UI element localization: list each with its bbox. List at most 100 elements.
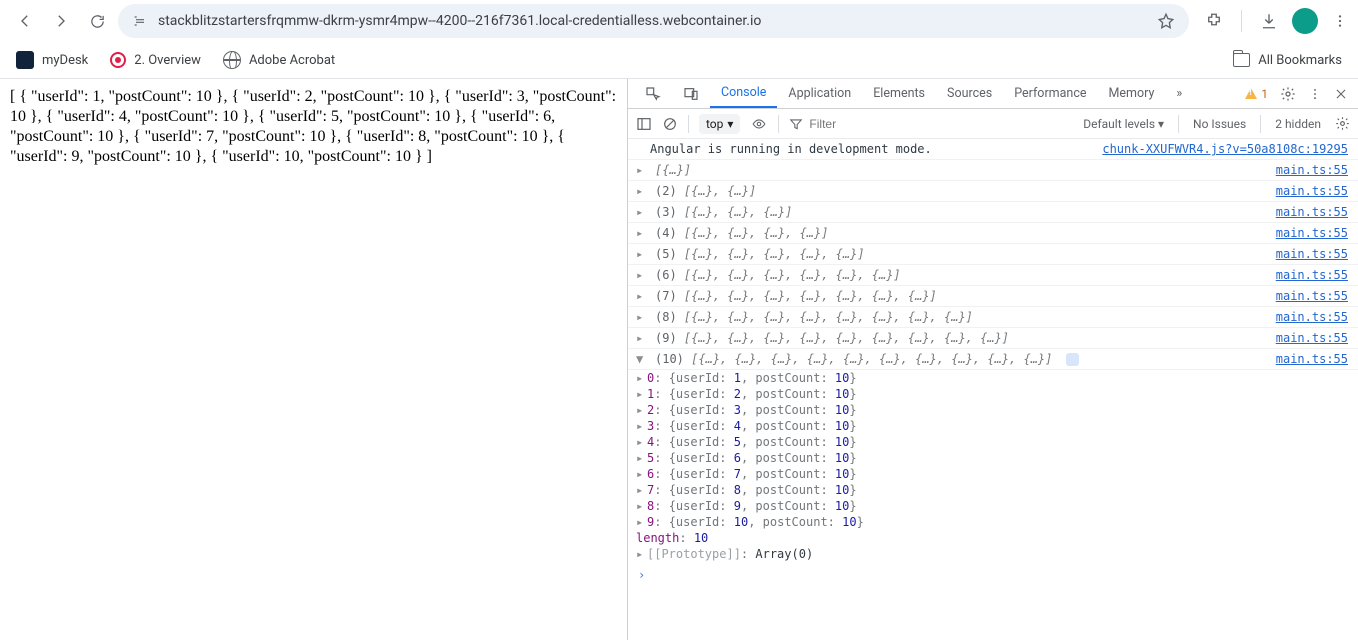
profile-avatar[interactable] xyxy=(1292,8,1318,34)
reload-button[interactable] xyxy=(82,6,112,36)
console-line[interactable]: ▸(3) [{…}, {…}, {…}]main.ts:55 xyxy=(628,202,1358,223)
expand-arrow-icon[interactable]: ▸ xyxy=(636,163,647,177)
console-array-item[interactable]: ▸7: {userId: 8, postCount: 10} xyxy=(628,482,1358,498)
console-line[interactable]: ▸[{…}]main.ts:55 xyxy=(628,160,1358,181)
source-link[interactable]: main.ts:55 xyxy=(1276,247,1348,261)
info-badge-icon[interactable] xyxy=(1066,353,1079,366)
console-array-item[interactable]: ▸8: {userId: 9, postCount: 10} xyxy=(628,498,1358,514)
expand-arrow-icon[interactable]: ▸ xyxy=(636,435,647,449)
source-link[interactable]: main.ts:55 xyxy=(1276,268,1348,282)
expand-arrow-icon[interactable]: ▸ xyxy=(636,268,647,282)
bookmarks-bar: myDesk 2. Overview Adobe Acrobat All Boo… xyxy=(0,42,1358,79)
expand-arrow-icon[interactable]: ▸ xyxy=(636,226,647,240)
collapse-arrow-icon[interactable]: ▼ xyxy=(636,352,647,366)
expand-arrow-icon[interactable]: ▸ xyxy=(636,499,647,513)
console-line[interactable]: ▸(6) [{…}, {…}, {…}, {…}, {…}, {…}]main.… xyxy=(628,265,1358,286)
device-toggle-icon[interactable] xyxy=(672,79,710,108)
console-line[interactable]: ▸(4) [{…}, {…}, {…}, {…}]main.ts:55 xyxy=(628,223,1358,244)
expand-arrow-icon[interactable]: ▸ xyxy=(636,371,647,385)
expand-arrow-icon[interactable]: ▸ xyxy=(636,289,647,303)
sidebar-toggle-icon[interactable] xyxy=(636,116,652,132)
console-prompt[interactable]: › xyxy=(628,562,1358,588)
console-line[interactable]: ▸(5) [{…}, {…}, {…}, {…}, {…}]main.ts:55 xyxy=(628,244,1358,265)
bookmark-item[interactable]: 2. Overview xyxy=(110,52,201,68)
console-array-item[interactable]: ▸5: {userId: 6, postCount: 10} xyxy=(628,450,1358,466)
console-array-item[interactable]: ▸6: {userId: 7, postCount: 10} xyxy=(628,466,1358,482)
bookmark-item[interactable]: myDesk xyxy=(16,51,88,69)
context-selector[interactable]: top ▾ xyxy=(699,114,740,134)
star-icon[interactable] xyxy=(1157,12,1175,30)
source-link[interactable]: chunk-XXUFWVR4.js?v=50a8108c:19295 xyxy=(1102,142,1348,156)
tab-sources[interactable]: Sources xyxy=(936,79,1003,108)
all-bookmarks-button[interactable]: All Bookmarks xyxy=(1233,53,1342,68)
console-array-item[interactable]: ▸2: {userId: 3, postCount: 10} xyxy=(628,402,1358,418)
menu-icon[interactable] xyxy=(1332,13,1348,29)
source-link[interactable]: main.ts:55 xyxy=(1276,331,1348,345)
warnings-badge[interactable]: 1 xyxy=(1245,87,1268,101)
console-line[interactable]: ▸(8) [{…}, {…}, {…}, {…}, {…}, {…}, {…},… xyxy=(628,307,1358,328)
inspect-icon[interactable] xyxy=(634,79,672,108)
hidden-count[interactable]: 2 hidden xyxy=(1275,117,1321,131)
clear-console-icon[interactable] xyxy=(662,116,678,132)
expand-arrow-icon[interactable]: ▸ xyxy=(636,467,647,481)
console-array-item[interactable]: ▸0: {userId: 1, postCount: 10} xyxy=(628,370,1358,386)
expand-arrow-icon[interactable]: ▸ xyxy=(636,387,647,401)
devtools-panel: Console Application Elements Sources Per… xyxy=(628,79,1358,640)
back-button[interactable] xyxy=(10,6,40,36)
source-link[interactable]: main.ts:55 xyxy=(1276,205,1348,219)
console-filter[interactable] xyxy=(789,117,1049,131)
expand-arrow-icon[interactable]: ▸ xyxy=(636,247,647,261)
source-link[interactable]: main.ts:55 xyxy=(1276,352,1348,366)
tab-memory[interactable]: Memory xyxy=(1098,79,1166,108)
filter-input[interactable] xyxy=(809,117,1049,131)
tab-more[interactable]: » xyxy=(1165,79,1193,108)
expand-arrow-icon[interactable]: ▸ xyxy=(636,451,647,465)
bookmark-item[interactable]: Adobe Acrobat xyxy=(223,51,335,69)
console-output[interactable]: Angular is running in development mode. … xyxy=(628,139,1358,640)
tab-console[interactable]: Console xyxy=(710,79,777,108)
expand-arrow-icon[interactable]: ▸ xyxy=(636,403,647,417)
source-link[interactable]: main.ts:55 xyxy=(1276,184,1348,198)
expand-arrow-icon[interactable]: ▸ xyxy=(636,515,647,529)
expand-arrow-icon[interactable]: ▸ xyxy=(636,331,647,345)
downloads-icon[interactable] xyxy=(1260,12,1278,30)
log-levels-selector[interactable]: Default levels ▾ xyxy=(1083,117,1164,131)
filter-icon xyxy=(789,117,803,131)
kebab-icon[interactable] xyxy=(1308,87,1322,101)
site-settings-icon xyxy=(132,13,148,29)
console-property[interactable]: ▸ [[Prototype]]: Array(0) xyxy=(628,546,1358,562)
expand-arrow-icon[interactable]: ▸ xyxy=(636,310,647,324)
extensions-icon[interactable] xyxy=(1205,12,1223,30)
console-line[interactable]: ▸(9) [{…}, {…}, {…}, {…}, {…}, {…}, {…},… xyxy=(628,328,1358,349)
console-line[interactable]: Angular is running in development mode. … xyxy=(628,139,1358,160)
settings-gear-icon[interactable] xyxy=(1335,116,1350,131)
source-link[interactable]: main.ts:55 xyxy=(1276,163,1348,177)
console-array-item[interactable]: ▸9: {userId: 10, postCount: 10} xyxy=(628,514,1358,530)
console-line[interactable]: ▸(2) [{…}, {…}]main.ts:55 xyxy=(628,181,1358,202)
console-array-item[interactable]: ▸4: {userId: 5, postCount: 10} xyxy=(628,434,1358,450)
console-array-item[interactable]: ▸1: {userId: 2, postCount: 10} xyxy=(628,386,1358,402)
live-expression-icon[interactable] xyxy=(750,117,768,131)
tab-elements[interactable]: Elements xyxy=(862,79,936,108)
expand-arrow-icon[interactable]: ▸ xyxy=(636,483,647,497)
address-bar[interactable]: stackblitzstartersfrqmmw-dkrm-ysmr4mpw--… xyxy=(118,4,1189,38)
source-link[interactable]: main.ts:55 xyxy=(1276,289,1348,303)
console-line[interactable]: ▸(7) [{…}, {…}, {…}, {…}, {…}, {…}, {…}]… xyxy=(628,286,1358,307)
expand-arrow-icon[interactable]: ▸ xyxy=(636,547,647,561)
console-array-item[interactable]: ▸3: {userId: 4, postCount: 10} xyxy=(628,418,1358,434)
expand-arrow-icon[interactable]: ▸ xyxy=(636,205,647,219)
expand-arrow-icon[interactable]: ▸ xyxy=(636,184,647,198)
console-property[interactable]: length: 10 xyxy=(628,530,1358,546)
tab-performance[interactable]: Performance xyxy=(1003,79,1097,108)
folder-icon xyxy=(1233,53,1250,67)
forward-button[interactable] xyxy=(46,6,76,36)
bookmark-icon xyxy=(223,51,241,69)
source-link[interactable]: main.ts:55 xyxy=(1276,310,1348,324)
settings-icon[interactable] xyxy=(1280,86,1296,102)
console-line-expanded[interactable]: ▼ (10) [{…}, {…}, {…}, {…}, {…}, {…}, {…… xyxy=(628,349,1358,370)
tab-application[interactable]: Application xyxy=(777,79,862,108)
expand-arrow-icon[interactable]: ▸ xyxy=(636,419,647,433)
source-link[interactable]: main.ts:55 xyxy=(1276,226,1348,240)
no-issues-label[interactable]: No Issues xyxy=(1193,117,1246,131)
close-devtools-icon[interactable] xyxy=(1334,87,1348,101)
